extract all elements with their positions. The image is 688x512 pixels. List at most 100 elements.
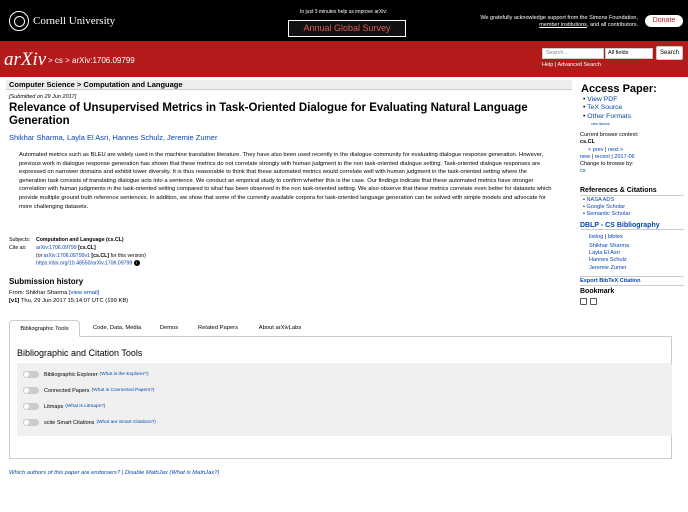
nasa-ads-link[interactable]: NASA ADS — [587, 197, 615, 203]
annual-survey-button[interactable]: Annual Global Survey — [288, 20, 406, 37]
tab-bibliographic-tools[interactable]: Bibliographic Tools — [9, 320, 80, 337]
search-field-select[interactable]: All fields — [605, 48, 653, 59]
tool-help-link[interactable]: (What is the Explorer?) — [100, 372, 149, 377]
tool-row: Connected Papers (What is Connected Pape… — [23, 387, 154, 394]
tex-source-link[interactable]: TeX Source — [587, 104, 622, 111]
access-paper-title: Access Paper: — [581, 83, 657, 95]
submission-history: From: Shikhar Sharma [view email] [v1] T… — [9, 289, 128, 305]
new-link[interactable]: new — [580, 154, 590, 160]
toggle-switch[interactable] — [23, 371, 39, 378]
dblp-author-link[interactable]: Layla El Asri — [589, 250, 629, 257]
endorsers-link[interactable]: Which authors of this paper are endorser… — [9, 470, 120, 476]
access-list: View PDF TeX Source Other Formats — [583, 96, 631, 121]
tool-label: Litmaps — [44, 403, 64, 410]
subjects-label: Subjects: — [9, 237, 31, 243]
date-link[interactable]: 2017-06 — [614, 154, 634, 160]
bookmark-icons — [580, 298, 597, 305]
dblp-author-link[interactable]: Shikhar Sharma — [589, 243, 629, 250]
tool-row: Bibliographic Explorer (What is the Expl… — [23, 371, 149, 378]
dblp-link[interactable]: DBLP — [580, 222, 599, 229]
subjects-value: Computation and Language (cs.CL) — [36, 237, 124, 243]
support-suffix: , and all contributors. — [586, 22, 638, 28]
survey-message: In just 3 minutes help us improve arXiv: — [300, 9, 388, 15]
nav-separator: | — [611, 153, 613, 160]
tool-help-link[interactable]: (What are Smart Citations?) — [96, 420, 155, 425]
tool-label: scite Smart Citations — [44, 419, 95, 426]
dblp-bibtex-link[interactable]: bibtex — [608, 234, 623, 240]
arxiv-logo[interactable]: arXiv — [4, 49, 46, 71]
dblp-links: listing | bibtex — [589, 234, 623, 240]
info-icon[interactable]: i — [133, 260, 140, 267]
advanced-search-link[interactable]: Advanced Search — [558, 62, 601, 68]
toggle-switch[interactable] — [23, 403, 39, 410]
footer-links: Which authors of this paper are endorser… — [9, 470, 219, 476]
disable-mathjax-link[interactable]: Disable MathJax — [125, 470, 168, 476]
support-message: We gratefully acknowledge support from t… — [466, 15, 638, 29]
submission-history-title: Submission history — [9, 277, 84, 286]
abstract: Automated metrics such as BLEU are widel… — [19, 152, 552, 210]
from-text: From: Shikhar Sharma — [9, 290, 68, 296]
member-institutions-link[interactable]: member institutions — [539, 22, 587, 28]
what-is-mathjax-link[interactable]: (What is MathJax?) — [169, 470, 219, 476]
cite-id-link[interactable]: arXiv:1706.09799 — [36, 245, 77, 251]
tab-code-data-media[interactable]: Code, Data, Media — [83, 320, 151, 337]
tab-about-arxivlabs[interactable]: About arXivLabs — [251, 320, 309, 337]
search-input[interactable]: Search... — [542, 48, 604, 59]
donate-button[interactable]: Donate — [645, 15, 683, 27]
references-list: NASA ADS Google Scholar Semantic Scholar — [583, 197, 631, 217]
tool-label: Bibliographic Explorer — [44, 371, 98, 378]
author-link[interactable]: Hannes Schulz — [112, 133, 162, 142]
cite-or-suffix: for this version) — [110, 252, 146, 259]
breadcrumb[interactable]: > cs > arXiv:1706.09799 — [48, 56, 135, 65]
view-pdf-link[interactable]: View PDF — [587, 96, 617, 103]
tool-help-link[interactable]: (What is Connected Papers?) — [92, 388, 155, 393]
cite-label: Cite as: — [9, 244, 27, 251]
arxiv-header: arXiv > cs > arXiv:1706.09799 — [0, 41, 688, 77]
author-link[interactable]: Jeremie Zumer — [167, 133, 217, 142]
dblp-listing-link[interactable]: listing — [589, 234, 603, 240]
change-cs-link[interactable]: cs — [580, 168, 586, 174]
doi-link[interactable]: https://doi.org/10.48550/arXiv.1706.0979… — [36, 261, 132, 267]
bookmark-title: Bookmark — [580, 288, 615, 295]
top-banner: Cornell University In just 3 minutes hel… — [0, 0, 688, 41]
cornell-logo[interactable]: Cornell University — [9, 11, 115, 31]
toggle-switch[interactable] — [23, 387, 39, 394]
reddit-icon[interactable] — [590, 298, 597, 305]
toggle-switch[interactable] — [23, 419, 39, 426]
author-link[interactable]: Shikhar Sharma — [9, 133, 63, 142]
cite-or-prefix: (or — [36, 252, 43, 259]
view-license-link[interactable]: view license — [591, 122, 610, 126]
view-email-link[interactable]: [view email] — [69, 290, 99, 296]
metadata-table: Subjects: Computation and Language (cs.CL… — [9, 237, 209, 269]
tab-demos[interactable]: Demos — [153, 320, 185, 337]
search-button[interactable]: Search — [656, 46, 683, 60]
cornell-seal-icon — [9, 11, 29, 31]
browse-context: Current browse context: cs.CL < prev | n… — [580, 132, 684, 176]
dblp-suffix: - CS Bibliography — [598, 222, 660, 229]
tab-related-papers[interactable]: Related Papers — [189, 320, 247, 337]
cite-version-link[interactable]: arXiv:1706.09799v1 — [44, 253, 90, 259]
bibsonomy-icon[interactable] — [580, 298, 587, 305]
tool-row: scite Smart Citations (What are Smart Ci… — [23, 419, 156, 426]
nav-separator: | — [604, 146, 607, 153]
other-formats-link[interactable]: Other Formats — [587, 113, 631, 120]
dblp-author-link[interactable]: Hannes Schulz — [589, 257, 629, 264]
context-label: Current browse context: — [580, 132, 639, 138]
help-separator: | — [554, 62, 557, 68]
google-scholar-link[interactable]: Google Scholar — [587, 204, 626, 210]
change-label: Change to browse by: — [580, 161, 634, 168]
tool-row: Litmaps (What is Litmaps?) — [23, 403, 105, 410]
cornell-name: Cornell University — [33, 15, 116, 27]
version-label[interactable]: [v1] — [9, 298, 19, 304]
recent-link[interactable]: recent — [595, 154, 610, 160]
semantic-scholar-link[interactable]: Semantic Scholar — [587, 211, 631, 217]
prev-link[interactable]: < prev — [588, 147, 603, 153]
dblp-author-link[interactable]: Jeremie Zumer — [589, 265, 629, 272]
tool-help-link[interactable]: (What is Litmaps?) — [65, 404, 105, 409]
export-bibtex-link[interactable]: Export BibTeX Citation — [580, 276, 684, 286]
author-link[interactable]: Layla El Asri — [67, 133, 108, 142]
tools-tabs: Bibliographic Tools Code, Data, Media De… — [9, 320, 672, 337]
next-link[interactable]: next > — [608, 147, 623, 153]
help-link[interactable]: Help — [542, 62, 553, 68]
author-list: Shikhar Sharma, Layla El Asri, Hannes Sc… — [9, 133, 218, 142]
